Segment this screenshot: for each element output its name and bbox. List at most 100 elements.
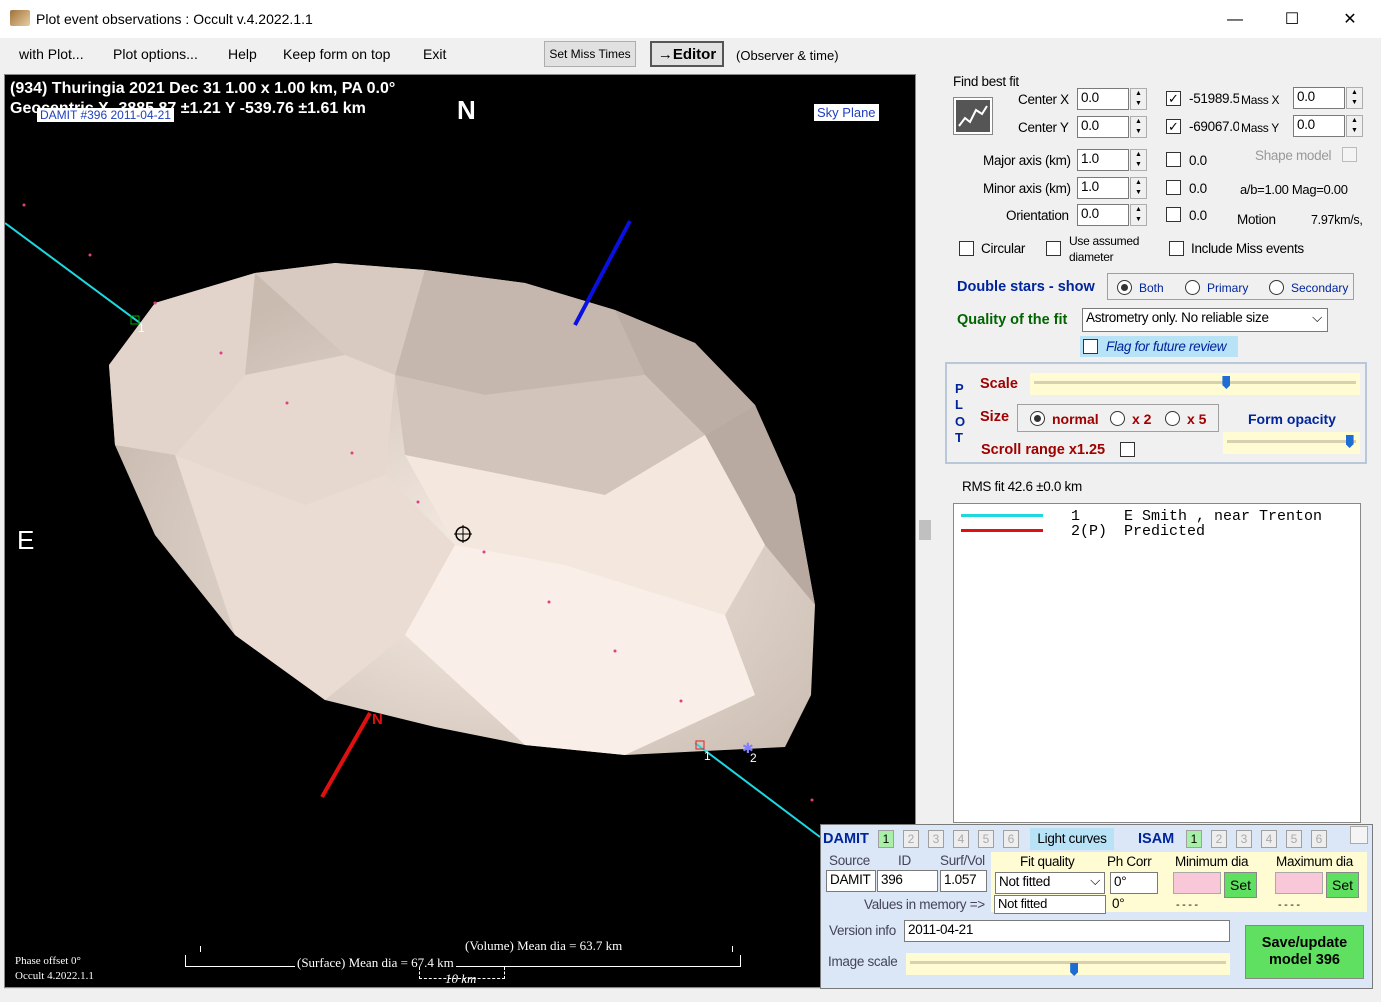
damit-model-button-5[interactable]: 5 xyxy=(978,830,994,848)
north-pole-axis xyxy=(320,712,372,798)
observer-legend[interactable]: 1 E Smith , near Trenton 2(P) Predicted xyxy=(953,503,1361,823)
scale-slider[interactable] xyxy=(1030,373,1360,395)
mass-y-label: Mass Y xyxy=(1241,121,1279,135)
isam-model-button-4[interactable]: 4 xyxy=(1261,830,1277,848)
light-curves-button[interactable]: Light curves xyxy=(1030,828,1114,850)
mass-x-checkbox[interactable]: ✓ xyxy=(1166,91,1181,106)
chord-1-label: 1 xyxy=(138,321,145,335)
menu-help[interactable]: Help xyxy=(228,46,257,62)
ph-corr-memory: 0° xyxy=(1112,896,1125,911)
horizontal-scrollbar[interactable] xyxy=(4,988,916,1002)
isam-model-button-6[interactable]: 6 xyxy=(1311,830,1327,848)
mass-x-field[interactable]: 0.0 xyxy=(1293,87,1345,109)
secondary-radio[interactable] xyxy=(1269,280,1284,295)
both-radio[interactable] xyxy=(1117,280,1132,295)
image-scale-slider[interactable] xyxy=(906,953,1230,976)
center-x-field[interactable]: 0.0 xyxy=(1077,88,1129,110)
min-dia-field[interactable] xyxy=(1173,872,1221,894)
orientation-stepper[interactable]: ▲ ▼ xyxy=(1130,204,1147,226)
major-fit-value: 0.0 xyxy=(1189,153,1207,168)
flag-review-checkbox[interactable] xyxy=(1083,339,1098,354)
maximize-button[interactable]: ☐ xyxy=(1269,6,1315,34)
occult-version-label: Occult 4.2022.1.1 xyxy=(15,970,94,982)
circular-checkbox[interactable] xyxy=(959,241,974,256)
mass-y-field[interactable]: 0.0 xyxy=(1293,115,1345,137)
minor-axis-stepper[interactable]: ▲ ▼ xyxy=(1130,177,1147,199)
size-normal-radio[interactable] xyxy=(1030,411,1045,426)
vertical-scroll-thumb[interactable] xyxy=(919,520,931,540)
menu-exit[interactable]: Exit xyxy=(423,46,446,62)
opacity-slider[interactable] xyxy=(1223,432,1360,454)
version-info-label: Version info xyxy=(829,923,896,938)
include-miss-checkbox[interactable] xyxy=(1169,241,1184,256)
center-y-stepper[interactable]: ▲ ▼ xyxy=(1130,116,1147,138)
chord-line-1b xyxy=(694,742,821,838)
quality-label: Quality of the fit xyxy=(957,312,1068,328)
damit-model-button-2[interactable]: 2 xyxy=(903,830,919,848)
damit-model-button-1[interactable]: 1 xyxy=(878,830,894,848)
center-y-field[interactable]: 0.0 xyxy=(1077,116,1129,138)
major-axis-field[interactable]: 1.0 xyxy=(1077,149,1129,171)
minor-fit-checkbox[interactable] xyxy=(1166,180,1181,195)
save-update-button[interactable]: Save/update model 396 xyxy=(1245,925,1364,979)
damit-model-button-4[interactable]: 4 xyxy=(953,830,969,848)
ph-corr-field[interactable]: 0° xyxy=(1110,872,1158,894)
scale-label: Scale xyxy=(980,376,1018,392)
minimize-button[interactable]: — xyxy=(1212,6,1258,34)
orientation-label: Orientation xyxy=(1006,208,1069,223)
max-dia-set-button[interactable]: Set xyxy=(1326,872,1359,898)
menu-with-plot[interactable]: with Plot... xyxy=(19,46,84,62)
scroll-range-checkbox[interactable] xyxy=(1120,442,1135,457)
image-scale-slider-thumb[interactable] xyxy=(1070,963,1079,976)
fit-quality-dropdown[interactable]: Not fitted ⌵ xyxy=(995,872,1105,894)
asteroid-shape-plot: ✱ xyxy=(5,203,821,838)
surfvol-field[interactable]: 1.057 xyxy=(940,870,987,892)
mass-x-stepper[interactable]: ▲ ▼ xyxy=(1346,87,1363,109)
isam-model-button-2[interactable]: 2 xyxy=(1211,830,1227,848)
quality-dropdown[interactable]: Astrometry only. No reliable size ⌵ xyxy=(1082,308,1328,332)
primary-radio[interactable] xyxy=(1185,280,1200,295)
id-field[interactable]: 396 xyxy=(877,870,938,892)
both-label: Both xyxy=(1139,281,1164,295)
editor-button[interactable]: →Editor xyxy=(650,41,724,67)
min-dia-set-button[interactable]: Set xyxy=(1224,872,1257,898)
assumed-diameter-checkbox[interactable] xyxy=(1046,241,1061,256)
damit-model-button-6[interactable]: 6 xyxy=(1003,830,1019,848)
mass-y-checkbox[interactable]: ✓ xyxy=(1166,119,1181,134)
north-label: N xyxy=(457,95,476,125)
center-x-stepper[interactable]: ▲ ▼ xyxy=(1130,88,1147,110)
isam-model-button-3[interactable]: 3 xyxy=(1236,830,1252,848)
scale-slider-thumb[interactable] xyxy=(1222,376,1231,389)
ab-mag-label: a/b=1.00 Mag=0.00 xyxy=(1240,182,1348,197)
orient-fit-checkbox[interactable] xyxy=(1166,207,1181,222)
legend-text-2: Predicted xyxy=(1124,523,1206,540)
major-fit-checkbox[interactable] xyxy=(1166,152,1181,167)
damit-model-button-3[interactable]: 3 xyxy=(928,830,944,848)
plot-canvas[interactable]: ✱ (934) Thuringia 2021 Dec 31 1.00 x 1.0… xyxy=(4,74,916,988)
minor-axis-field[interactable]: 1.0 xyxy=(1077,177,1129,199)
version-info-field[interactable]: 2011-04-21 xyxy=(904,920,1230,942)
plot-letter-o: O xyxy=(955,414,966,429)
size-x5-radio[interactable] xyxy=(1165,411,1180,426)
source-field[interactable]: DAMIT xyxy=(826,870,876,892)
find-best-fit-button[interactable] xyxy=(953,97,993,135)
close-button[interactable]: ✕ xyxy=(1327,6,1373,34)
opacity-slider-thumb[interactable] xyxy=(1345,435,1354,448)
set-miss-times-button[interactable]: Set Miss Times xyxy=(544,41,636,67)
max-dia-field[interactable] xyxy=(1275,872,1323,894)
orientation-field[interactable]: 0.0 xyxy=(1077,204,1129,226)
mass-y-stepper[interactable]: ▲ ▼ xyxy=(1346,115,1363,137)
major-axis-stepper[interactable]: ▲ ▼ xyxy=(1130,149,1147,171)
menu-plot-options[interactable]: Plot options... xyxy=(113,46,198,62)
max-dia-header: Maximum dia xyxy=(1276,854,1353,869)
isam-model-button-1[interactable]: 1 xyxy=(1186,830,1202,848)
isam-model-button-5[interactable]: 5 xyxy=(1286,830,1302,848)
size-x2-radio[interactable] xyxy=(1110,411,1125,426)
damit-panel-toggle[interactable] xyxy=(1350,826,1368,844)
ph-corr-header: Ph Corr xyxy=(1107,854,1152,869)
chevron-down-icon: ⌵ xyxy=(1090,873,1100,888)
observer-time-link[interactable]: (Observer & time) xyxy=(736,48,839,63)
shape-model-checkbox[interactable] xyxy=(1342,147,1357,162)
menu-keep-on-top[interactable]: Keep form on top xyxy=(283,46,390,62)
surface-dia-bar xyxy=(185,955,741,967)
